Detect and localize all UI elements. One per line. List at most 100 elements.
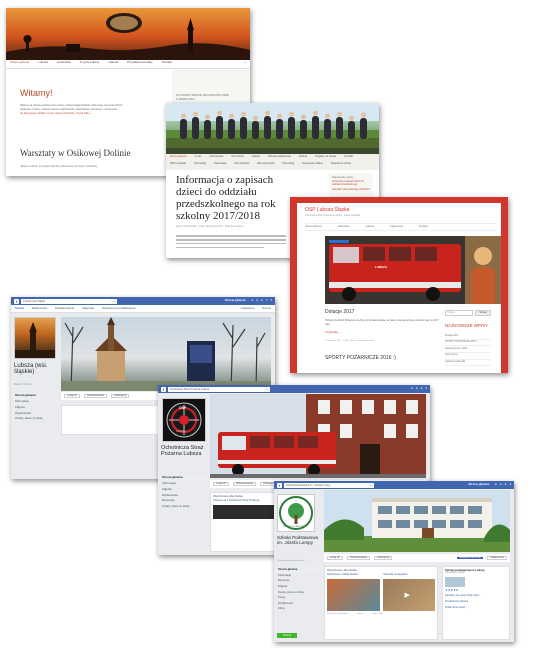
tab-unit[interactable]: Jednostka [338,225,350,229]
like-button[interactable]: Lubię to! [213,481,229,487]
featured-post-photo[interactable] [327,579,381,612]
search-icon[interactable]: ⌕ [264,386,270,392]
nav-item-home[interactable]: Strona główna [10,60,29,67]
sidebar-link[interactable]: Informacja o zapisach dzieci do oddziału… [332,181,370,187]
profile-picture[interactable]: OSP LUBSZA [162,398,206,442]
sidebar-link[interactable]: Kalendarz roku szkolnego 2016/2017 [332,189,370,192]
nav-item[interactable]: Dla nauczycieli [257,162,274,169]
notifications-icon[interactable]: ● [261,298,263,302]
info-item[interactable]: Przedszkolna ulubiona [445,601,507,604]
like-button[interactable]: Lubię to! [327,555,343,561]
nav-item[interactable]: Plan lekcji [283,162,295,169]
nav-item[interactable]: Informacje [194,162,206,169]
friends-icon[interactable]: ● [411,386,413,390]
info-thumb[interactable] [445,576,465,587]
help-icon[interactable]: ? [266,298,268,302]
profile-picture[interactable]: SZKOŁA PODSTAWOWA [277,494,315,532]
messages-icon[interactable]: ● [500,482,502,486]
search-box[interactable]: Szukaj... [445,310,473,316]
sidebar-item[interactable]: Dotacje 2017 [445,333,491,340]
info-item[interactable]: Ostatni dzień szkoły [445,607,507,610]
tab-news[interactable]: Ogłoszenia [390,225,403,229]
facebook-logo-icon[interactable]: f [277,482,282,488]
menu-likes[interactable]: Osoby, które to lubią [160,504,208,510]
tab-publishing-tools[interactable]: Narzędzia do publikowania [102,306,135,310]
featured-post-title[interactable]: Wydarzenia z Szkoła Podsta... [327,574,380,577]
nav-item[interactable]: Galeria [252,155,260,162]
call-button[interactable]: Zadzwoń do firmy [456,556,484,560]
friends-icon[interactable]: ● [495,482,497,486]
menu-likes[interactable]: Osoby, które to lubią [13,416,58,422]
facebook-logo-icon[interactable]: f [161,386,166,392]
share-button[interactable]: Udostępnij [374,555,393,561]
featured-post-title[interactable]: Dzienniki na wagarach [383,574,435,577]
cover-photo[interactable] [324,490,510,552]
nav-item[interactable]: Nauczyciele [210,155,224,162]
read-more-link[interactable]: Czytaj dalej → [325,331,341,335]
chevron-down-icon[interactable]: ▾ [425,386,427,390]
follow-button[interactable]: Obserwowanie [232,481,257,487]
chevron-down-icon[interactable]: ▾ [509,482,511,486]
nav-item[interactable]: Projekty na szkołę [315,155,336,162]
sidebar-item[interactable]: Nowy sprzęt [445,353,491,360]
search-icon[interactable]: ⌕ [368,482,374,488]
tab-page[interactable]: Strona [15,306,24,310]
follow-button[interactable]: Obserwowanie [83,393,108,399]
sidebar-item[interactable]: Ćwiczenia jednostki [445,360,491,367]
tab-insights[interactable]: Statystyki [82,306,94,310]
nav-item[interactable]: Dla ucznia [232,155,244,162]
nav-item[interactable]: Szkoła podstawowa [268,155,291,162]
facebook-search-input[interactable]: Ochotnicza Straż Pożarna Lubsza [168,386,264,392]
messages-icon[interactable]: ● [256,298,258,302]
search-icon[interactable]: ⌕ [111,298,117,304]
nav-item-contact[interactable]: Kontakt [162,60,172,67]
tab-notifications[interactable]: Powiadomienia [55,306,74,310]
facebook-search-input[interactable]: Lubsza (wsi Śląski) [21,298,111,304]
home-link[interactable]: Strona główna [225,298,246,302]
sidebar-item[interactable]: SPORTY POŻARNICZE 2016 :) [445,340,491,347]
nav-item-gallery[interactable]: Galeria [108,60,118,67]
facebook-search-input[interactable]: Szkoła Podstawowa im. Józefa Lompy [284,482,368,488]
tab-gallery[interactable]: Galeria [365,225,373,229]
nav-item-lubsza[interactable]: Lubsza [38,60,48,67]
nav-item[interactable]: Regulamin szkoły [331,162,351,169]
friends-icon[interactable]: ● [251,298,253,302]
notifications-icon[interactable]: ● [505,482,507,486]
sidebar-item[interactable]: Zawody gminne 2016 [445,346,491,353]
like-button[interactable]: Lubię to! [64,393,80,399]
profile-picture[interactable] [14,317,56,359]
play-icon[interactable]: ▶ [404,591,409,599]
home-link[interactable]: Strona główna [468,482,489,486]
nav-item[interactable]: Nauczanie zdalne [302,162,323,169]
nav-item[interactable]: RPO Lubelski [170,162,186,169]
facebook-logo-icon[interactable]: f [14,298,19,304]
info-item[interactable]: Narodziny dni, kiedy dzwoni okno... [445,595,507,598]
nav-item-contacts[interactable]: Przydatne kontakty [127,60,153,67]
nav-item-unit[interactable]: Jednostka [57,60,71,67]
nav-item[interactable]: Strona główna [170,155,187,162]
search-button[interactable]: Szukaj [475,310,491,316]
cover-photo[interactable] [61,317,271,392]
messages-icon[interactable]: ● [416,386,418,390]
nav-item[interactable]: Kultura [299,155,307,162]
nav-item-life[interactable]: Z życia Lubszy [80,60,100,67]
tab-home[interactable]: Strona główna [305,225,322,229]
promote-button[interactable]: Promuj [277,633,297,638]
notifications-icon[interactable]: ● [421,386,423,390]
tab-messages[interactable]: Wiadomości [32,306,47,310]
search-icon[interactable]: ⌕ [244,60,246,67]
share-button[interactable]: Udostępnij [111,393,130,399]
nav-item[interactable]: O nas [195,155,202,162]
message-button[interactable]: Wiadomość [487,555,507,561]
chevron-down-icon[interactable]: ▾ [270,298,272,302]
tab-help[interactable]: Pomoc [262,306,271,310]
nav-item[interactable]: Kontakt [344,155,353,162]
follow-button[interactable]: Obserwowanie [346,555,371,561]
tab-contact[interactable]: Kontakt [419,225,428,229]
tab-settings[interactable]: Ustawienia [241,306,255,310]
nav-item[interactable]: Dla rodziców [234,162,249,169]
nav-item[interactable]: Rekrutacja [214,162,226,169]
menu-videos[interactable]: Filmy [276,606,322,612]
featured-video-thumb[interactable]: ▶ [383,579,435,612]
cover-photo[interactable] [210,394,426,478]
